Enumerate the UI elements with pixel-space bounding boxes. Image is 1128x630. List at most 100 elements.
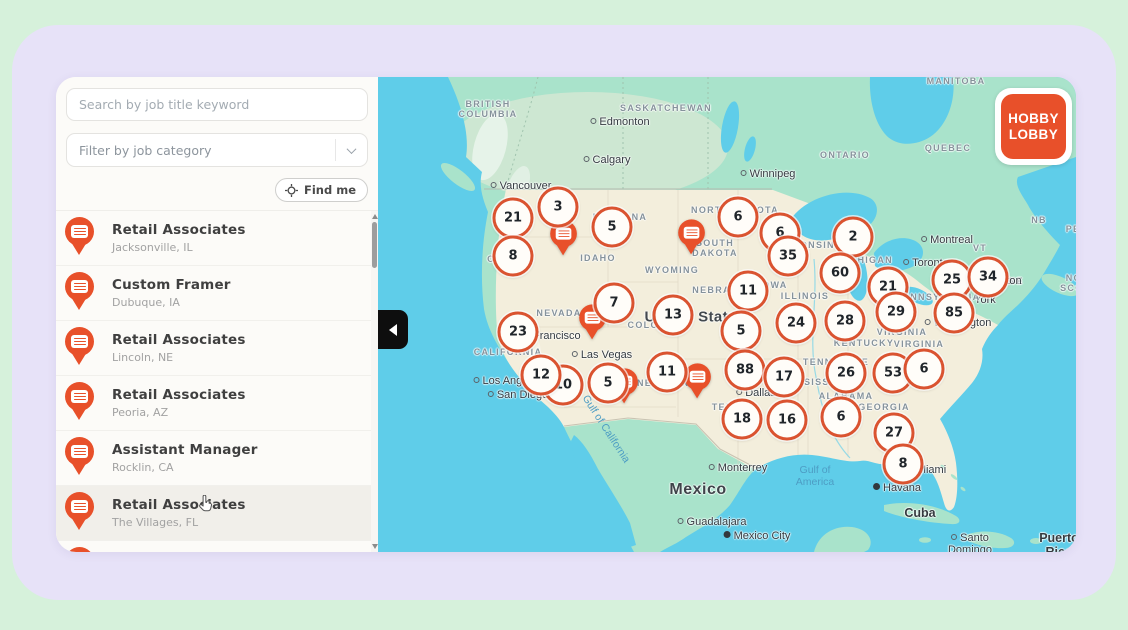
job-list-item[interactable]: Retail Associates The Villages, FL (56, 486, 378, 541)
map-cluster-marker[interactable]: 6 (821, 397, 862, 438)
map-cluster-marker[interactable]: 5 (721, 311, 762, 352)
map-cluster-marker[interactable]: 3 (538, 187, 579, 228)
map-cluster-marker[interactable]: 29 (876, 292, 917, 333)
map-markers: 2135866352602125341129857135242823101251… (378, 77, 1076, 552)
map-pin-marker[interactable] (684, 363, 712, 402)
pin-tail (71, 352, 87, 365)
map-cluster-marker[interactable]: 60 (820, 253, 861, 294)
job-list: Retail Associates Jacksonville, IL Custo… (56, 211, 378, 552)
find-me-label: Find me (304, 183, 356, 197)
map-cluster-marker[interactable]: 7 (594, 283, 635, 324)
job-text: Retail Associates Peoria, AZ (112, 387, 246, 419)
map-cluster-marker[interactable]: 6 (718, 197, 759, 238)
job-title: Retail Associates (112, 387, 246, 403)
map-cluster-marker[interactable]: 88 (725, 350, 766, 391)
map-cluster-marker[interactable]: 13 (653, 295, 694, 336)
map-cluster-marker[interactable]: 8 (493, 236, 534, 277)
job-list-item[interactable]: Assistant Manager Rocklin, CA (56, 431, 378, 486)
map-cluster-marker[interactable]: 23 (498, 312, 539, 353)
map-cluster-marker[interactable]: 11 (728, 271, 769, 312)
map-cluster-marker[interactable]: 5 (588, 363, 629, 404)
job-location: Dubuque, IA (112, 296, 231, 309)
pin-logo (71, 225, 88, 238)
pin-tail (71, 407, 87, 420)
map-cluster-marker[interactable]: 18 (722, 399, 763, 440)
pin-logo (690, 371, 706, 383)
pin-tail (585, 327, 600, 339)
job-list-item[interactable] (56, 541, 378, 552)
map-cluster-marker[interactable]: 12 (521, 355, 562, 396)
hobby-lobby-pin-icon (65, 547, 95, 552)
pin-tail (71, 242, 87, 255)
map-cluster-marker[interactable]: 24 (776, 303, 817, 344)
map-canvas[interactable]: MANITOBABRITISH COLUMBIASASKATCHEWANONTA… (378, 77, 1076, 552)
map-cluster-marker[interactable]: 6 (904, 349, 945, 390)
job-title: Retail Associates (112, 497, 246, 513)
category-filter-label: Filter by job category (79, 143, 335, 158)
pin-logo (71, 500, 88, 513)
scrollbar-down-arrow[interactable] (372, 544, 378, 549)
category-filter-select[interactable]: Filter by job category (66, 133, 368, 167)
map-cluster-marker[interactable]: 17 (764, 357, 805, 398)
search-input[interactable] (66, 88, 368, 121)
map-cluster-marker[interactable]: 28 (825, 301, 866, 342)
sidebar-controls: Filter by job category Find me (56, 77, 378, 210)
map-cluster-marker[interactable]: 21 (493, 198, 534, 239)
select-divider (335, 139, 336, 161)
sidebar: Filter by job category Find me (56, 77, 378, 552)
sidebar-collapse-button[interactable] (378, 310, 408, 349)
collapse-arrow-icon (389, 324, 397, 336)
job-list-item[interactable]: Retail Associates Jacksonville, IL (56, 211, 378, 266)
cursor-pointer (198, 495, 215, 518)
pin-logo (71, 445, 88, 458)
map-cluster-marker[interactable]: 26 (826, 353, 867, 394)
hobby-lobby-pin-icon (65, 437, 95, 479)
job-list-item[interactable]: Retail Associates Peoria, AZ (56, 376, 378, 431)
hobby-lobby-pin-icon (65, 327, 95, 369)
job-title: Retail Associates (112, 332, 246, 348)
scrollbar-up-arrow[interactable] (372, 214, 378, 219)
hobby-lobby-pin-icon (65, 492, 95, 534)
job-title: Assistant Manager (112, 442, 258, 458)
chevron-down-icon (347, 144, 357, 154)
find-me-button[interactable]: Find me (275, 178, 368, 202)
job-text: Retail Associates Jacksonville, IL (112, 222, 246, 254)
map-cluster-marker[interactable]: 35 (768, 236, 809, 277)
pin-tail (71, 517, 87, 530)
hobby-lobby-pin-icon (65, 272, 95, 314)
pin-logo (684, 227, 700, 239)
crosshair-icon (285, 184, 298, 197)
hobby-lobby-logo-text: HOBBY LOBBY (1001, 94, 1066, 159)
map-pin-marker[interactable] (678, 219, 706, 258)
scrollbar[interactable] (371, 211, 378, 552)
job-text: Retail Associates The Villages, FL (112, 497, 246, 529)
job-text: Custom Framer Dubuque, IA (112, 277, 231, 309)
hobby-lobby-logo: HOBBY LOBBY (995, 88, 1072, 165)
job-location: Lincoln, NE (112, 351, 246, 364)
map-cluster-marker[interactable]: 16 (767, 400, 808, 441)
pin-logo (71, 280, 88, 293)
pin-tail (71, 462, 87, 475)
pin-tail (556, 243, 571, 255)
map-cluster-marker[interactable]: 34 (968, 257, 1009, 298)
scrollbar-thumb[interactable] (372, 222, 377, 268)
map-cluster-marker[interactable]: 2 (833, 217, 874, 258)
job-title: Retail Associates (112, 222, 246, 238)
pin-tail (690, 386, 705, 398)
pin-logo (556, 228, 572, 240)
job-list-item[interactable]: Retail Associates Lincoln, NE (56, 321, 378, 376)
map-cluster-marker[interactable]: 85 (934, 293, 975, 334)
map-cluster-marker[interactable]: 11 (647, 352, 688, 393)
pin-logo (71, 335, 88, 348)
pin-tail (684, 242, 699, 254)
job-map-widget: Filter by job category Find me (56, 77, 1076, 552)
job-location: Peoria, AZ (112, 406, 246, 419)
map-cluster-marker[interactable]: 8 (883, 444, 924, 485)
job-location: Jacksonville, IL (112, 241, 246, 254)
map-cluster-marker[interactable]: 5 (592, 207, 633, 248)
job-list-item[interactable]: Custom Framer Dubuque, IA (56, 266, 378, 321)
hobby-lobby-pin-icon (65, 217, 95, 259)
pin-tail (71, 297, 87, 310)
job-list-container: Retail Associates Jacksonville, IL Custo… (56, 210, 378, 552)
job-location: Rocklin, CA (112, 461, 258, 474)
